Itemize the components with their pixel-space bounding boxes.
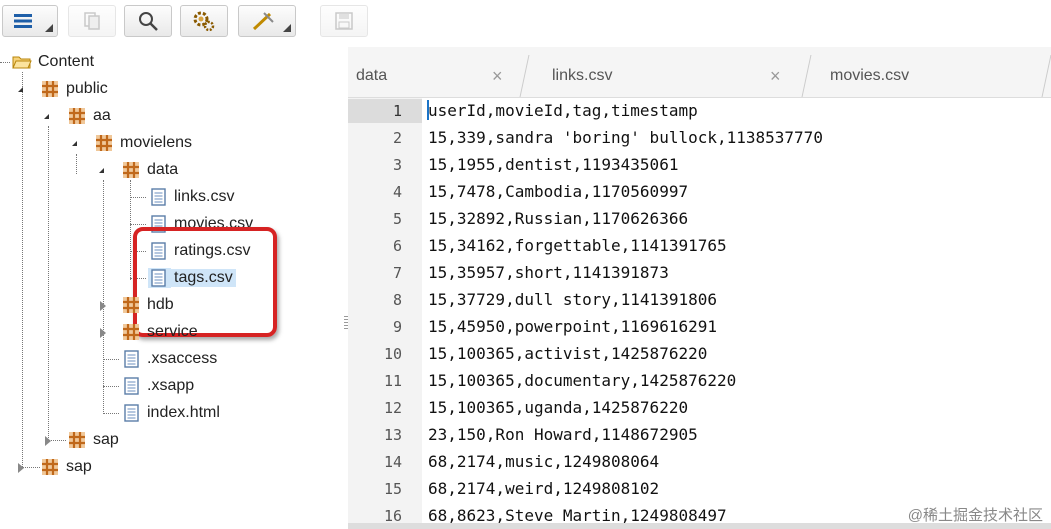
tree-node-movielens[interactable]: movielens — [94, 131, 192, 155]
tree-node-hdb[interactable]: hdb — [121, 293, 174, 317]
tree-node-aa[interactable]: aa — [67, 104, 111, 128]
editor-pane: data × links.csv × movies.csv 1 userId,mo… — [348, 47, 1051, 529]
collapse-arrow-icon[interactable] — [100, 301, 106, 311]
line-number: 1 — [348, 99, 422, 123]
line-number: 7 — [392, 264, 402, 282]
package-icon — [69, 108, 85, 124]
tab-data[interactable]: data × — [356, 55, 506, 97]
package-icon — [123, 297, 139, 313]
tree-node-sap-inner[interactable]: sap — [67, 428, 119, 452]
line-number: 15 — [383, 480, 402, 498]
copy-icon — [84, 12, 100, 30]
copy-button[interactable] — [68, 5, 116, 37]
code-line[interactable]: userId,movieId,tag,timestamp — [428, 99, 698, 123]
file-tree: Content public aa movielens data links.c… — [0, 46, 345, 529]
menu-button[interactable] — [2, 5, 58, 37]
line-number: 2 — [392, 129, 402, 147]
tree-file-xsaccess[interactable]: .xsaccess — [121, 347, 217, 371]
code-line[interactable]: 15,37729,dull story,1141391806 — [428, 288, 717, 312]
save-icon — [335, 12, 353, 30]
gear-icon — [193, 11, 215, 32]
tree-node-content[interactable]: Content — [12, 50, 94, 74]
hamburger-icon — [14, 14, 32, 28]
tree-file-index[interactable]: index.html — [121, 401, 220, 425]
code-line[interactable]: 15,100365,uganda,1425876220 — [428, 396, 688, 420]
tree-file-links[interactable]: links.csv — [148, 185, 234, 209]
line-number: 9 — [392, 318, 402, 336]
code-line[interactable]: 15,339,sandra 'boring' bullock,113853777… — [428, 126, 823, 150]
package-icon — [123, 324, 139, 340]
wand-icon — [252, 12, 274, 31]
tab-links-csv[interactable]: links.csv × — [552, 55, 792, 97]
line-number: 5 — [392, 210, 402, 228]
collapse-arrow-icon[interactable] — [45, 436, 51, 446]
line-number: 10 — [383, 345, 402, 363]
collapse-arrow-icon[interactable] — [18, 463, 24, 473]
tree-node-sap-outer[interactable]: sap — [40, 455, 92, 479]
settings-button[interactable] — [180, 5, 228, 37]
expand-arrow-icon[interactable] — [72, 141, 77, 146]
file-icon — [124, 377, 139, 395]
line-number: 6 — [392, 237, 402, 255]
package-icon — [96, 135, 112, 151]
line-number: 12 — [383, 399, 402, 417]
code-line[interactable]: 15,1955,dentist,1193435061 — [428, 153, 678, 177]
search-button[interactable] — [124, 5, 172, 37]
line-number: 8 — [392, 291, 402, 309]
watermark: @稀土掘金技术社区 — [907, 507, 1043, 524]
package-icon — [123, 162, 139, 178]
code-line[interactable]: 68,2174,music,1249808064 — [428, 450, 659, 474]
code-line[interactable]: 15,100365,documentary,1425876220 — [428, 369, 736, 393]
close-tab-icon[interactable]: × — [770, 66, 781, 87]
close-tab-icon[interactable]: × — [492, 66, 503, 87]
run-button[interactable] — [238, 5, 296, 37]
save-button[interactable] — [320, 5, 368, 37]
tree-node-data[interactable]: data — [121, 158, 178, 182]
line-number: 14 — [383, 453, 402, 471]
line-number: 13 — [383, 426, 402, 444]
expand-arrow-icon[interactable] — [99, 168, 104, 173]
tree-file-xsapp[interactable]: .xsapp — [121, 374, 194, 398]
line-number: 11 — [383, 372, 402, 390]
tree-node-public[interactable]: public — [40, 77, 108, 101]
collapse-arrow-icon[interactable] — [100, 328, 106, 338]
tab-movies-csv[interactable]: movies.csv — [830, 55, 1030, 97]
code-line[interactable]: 15,7478,Cambodia,1170560997 — [428, 180, 688, 204]
code-line[interactable]: 68,2174,weird,1249808102 — [428, 477, 659, 501]
code-line[interactable]: 15,100365,activist,1425876220 — [428, 342, 707, 366]
folder-open-icon — [12, 56, 32, 69]
expand-arrow-icon[interactable] — [18, 87, 23, 92]
code-line[interactable]: 15,32892,Russian,1170626366 — [428, 207, 688, 231]
file-icon — [151, 188, 166, 206]
package-icon — [42, 81, 58, 97]
code-line[interactable]: 15,35957,short,1141391873 — [428, 261, 669, 285]
expand-arrow-icon[interactable] — [44, 114, 49, 119]
text-cursor — [427, 100, 429, 120]
line-number: 4 — [392, 183, 402, 201]
package-icon — [69, 432, 85, 448]
code-line[interactable]: 15,45950,powerpoint,1169616291 — [428, 315, 717, 339]
file-icon — [124, 404, 139, 422]
search-icon — [139, 12, 158, 31]
tree-node-service[interactable]: service — [121, 320, 198, 344]
code-line[interactable]: 15,34162,forgettable,1141391765 — [428, 234, 727, 258]
file-icon — [124, 350, 139, 368]
toolbar — [0, 0, 1051, 44]
line-number: 3 — [392, 156, 402, 174]
package-icon — [42, 459, 58, 475]
tab-bar: data × links.csv × movies.csv — [348, 47, 1051, 98]
code-line[interactable]: 23,150,Ron Howard,1148672905 — [428, 423, 698, 447]
